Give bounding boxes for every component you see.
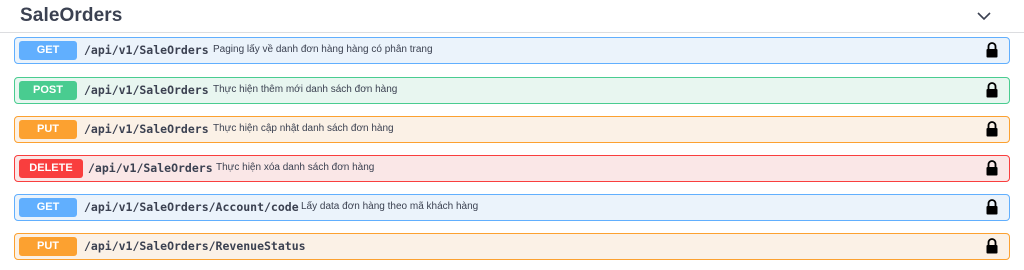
operation-path: /api/v1/SaleOrders: [84, 43, 209, 57]
method-badge: DELETE: [19, 159, 83, 178]
operation-post-saleorders[interactable]: POST /api/v1/SaleOrders Thực hiện thêm m…: [14, 77, 1010, 104]
lock-icon[interactable]: [985, 42, 999, 59]
operation-summary: Thực hiện cập nhật danh sách đơn hàng: [213, 123, 394, 134]
method-badge: POST: [19, 81, 77, 100]
method-badge: PUT: [19, 237, 77, 256]
operation-path: /api/v1/SaleOrders: [88, 161, 213, 175]
operation-get-saleorders-account-code[interactable]: GET /api/v1/SaleOrders/Account/code Lấy …: [14, 194, 1010, 221]
operation-put-saleorders[interactable]: PUT /api/v1/SaleOrders Thực hiện cập nhậ…: [14, 116, 1010, 143]
section-title[interactable]: SaleOrders: [20, 5, 122, 27]
api-section-saleorders: SaleOrders GET /api/v1/SaleOrders Paging…: [0, 0, 1024, 270]
section-header[interactable]: SaleOrders: [0, 0, 1024, 33]
operation-summary: Thực hiện thêm mới danh sách đơn hàng: [213, 84, 398, 95]
operation-path: /api/v1/SaleOrders: [84, 122, 209, 136]
lock-icon[interactable]: [985, 160, 999, 177]
method-badge: GET: [19, 41, 77, 60]
lock-icon[interactable]: [985, 82, 999, 99]
lock-icon[interactable]: [985, 238, 999, 255]
operation-summary: Paging lấy về danh đơn hàng hàng có phân…: [213, 44, 433, 55]
operation-delete-saleorders[interactable]: DELETE /api/v1/SaleOrders Thực hiện xóa …: [14, 155, 1010, 182]
lock-icon[interactable]: [985, 199, 999, 216]
operation-path: /api/v1/SaleOrders: [84, 83, 209, 97]
operation-put-saleorders-revenuestatus[interactable]: PUT /api/v1/SaleOrders/RevenueStatus: [14, 233, 1010, 260]
operation-summary: Lấy data đơn hàng theo mã khách hàng: [301, 201, 479, 212]
operation-path: /api/v1/SaleOrders/Account/code: [84, 200, 299, 214]
method-badge: PUT: [19, 120, 77, 139]
chevron-down-icon[interactable]: [972, 6, 996, 26]
lock-icon[interactable]: [985, 121, 999, 138]
operation-get-saleorders[interactable]: GET /api/v1/SaleOrders Paging lấy về dan…: [14, 37, 1010, 64]
operation-path: /api/v1/SaleOrders/RevenueStatus: [84, 239, 306, 253]
method-badge: GET: [19, 198, 77, 217]
operation-summary: Thực hiện xóa danh sách đơn hàng: [216, 162, 375, 173]
